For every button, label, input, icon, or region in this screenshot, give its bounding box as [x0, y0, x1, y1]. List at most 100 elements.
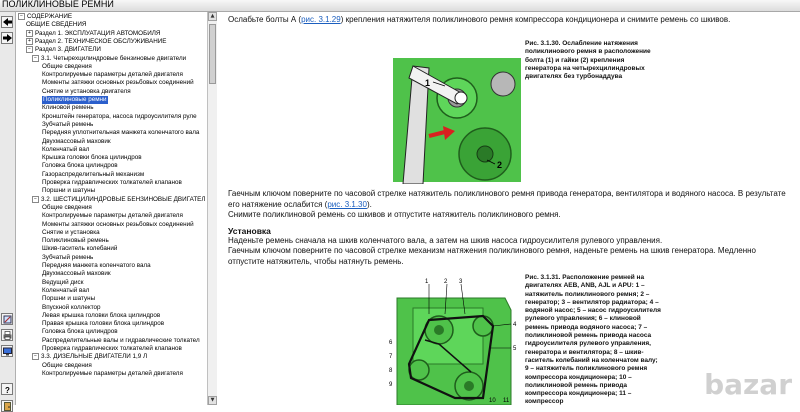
tree-item-label: Газораспределительный механизм [42, 170, 145, 178]
tree-item-label: Контролируемые параметры деталей двигате… [42, 212, 183, 220]
tree-item-label: Проверка гидравлических толкателей клапа… [42, 179, 182, 186]
tree-item-label: Кронштейн генератора, насоса гидроусилит… [42, 112, 197, 120]
tree-item-label: Общие сведения [42, 62, 92, 70]
tree-item[interactable]: Коленчатый вал [42, 146, 89, 154]
figure-caption-3-1-31: Рис. 3.1.31. Расположение ремней на двиг… [525, 274, 661, 405]
tree-item[interactable]: Впускной коллектор [42, 304, 101, 312]
paragraph-install-belt: Наденьте ремень сначала на шкив коленчат… [228, 236, 663, 245]
paragraph-loosen-bolts: Ослабьте болты А (рис. 3.1.29) крепления… [228, 15, 793, 26]
fig1-label-2: 2 [497, 160, 502, 170]
tree-item[interactable]: Ведущий диск [42, 279, 83, 287]
tree-item-label: Клиновой ремень [42, 104, 94, 112]
tree-item[interactable]: ОБЩИЕ СВЕДЕНИЯ [26, 21, 86, 29]
tree-item[interactable]: Контролируемые параметры деталей двигате… [42, 71, 183, 79]
tree-item[interactable]: −3.1. Четырехцилиндровые бензиновые двиг… [32, 54, 186, 63]
edit-button[interactable] [1, 313, 13, 325]
contents-tree[interactable]: − СОДЕРЖАНИЕ ОБЩИЕ СВЕДЕНИЯ + Раздел 1. ЭКСП… [16, 12, 208, 405]
tree-item-label: Левая крышка головки блока цилиндров [42, 311, 161, 319]
tree-item-label: Правая крышка головки блока цилиндров [42, 320, 165, 328]
tree-item[interactable]: Крышка головки блока цилиндров [42, 154, 142, 162]
scroll-thumb[interactable] [209, 24, 216, 84]
exit-button[interactable] [1, 400, 13, 412]
tree-item[interactable]: + Раздел 2. ТЕХНИЧЕСКОЕ ОБСЛУЖИВАНИЕ [26, 37, 167, 46]
fig1-label-1: 1 [425, 78, 430, 88]
collapse-minus-icon[interactable]: − [32, 195, 39, 203]
tree-item[interactable]: Поликлиновые ремни [42, 96, 108, 104]
tree-item[interactable]: Головка блока цилиндров [42, 328, 118, 336]
tree-item[interactable]: Передняя манжета коленчатого вала [42, 262, 151, 270]
tree-item[interactable]: −3.2. ШЕСТИЦИЛИНДРОВЫЕ БЕНЗИНОВЫЕ ДВИГАТ… [32, 195, 206, 204]
tree-item[interactable]: Моменты затяжки основных резьбовых соеди… [42, 221, 194, 229]
tree-item[interactable]: Снятие и установка [42, 229, 100, 237]
tree-item[interactable]: + Раздел 1. ЭКСПЛУАТАЦИЯ АВТОМОБИЛЯ [26, 29, 160, 38]
help-button[interactable]: ? [1, 383, 13, 395]
collapse-minus-icon[interactable]: − [32, 353, 39, 361]
tree-item-label: СОДЕРЖАНИЕ [27, 13, 73, 21]
tree-item-label: Раздел 3. ДВИГАТЕЛИ [35, 46, 101, 54]
tree-item[interactable]: − СОДЕРЖАНИЕ [18, 13, 72, 21]
tree-item[interactable]: Поршни и шатуны [42, 187, 95, 195]
door-exit-icon [3, 401, 11, 411]
expand-plus-icon[interactable]: + [26, 37, 33, 45]
tree-item[interactable]: Двухмассовый маховик [42, 270, 111, 278]
tree-item[interactable]: Газораспределительный механизм [42, 171, 144, 179]
paragraph-remove-belt: Снимите поликлиновой ремень со шкивов и … [228, 210, 561, 219]
link-fig-3-1-30[interactable]: рис. 3.1.30 [327, 200, 367, 209]
display-button[interactable] [1, 345, 13, 357]
tree-item-label: ОБЩИЕ СВЕДЕНИЯ [26, 21, 87, 29]
expand-plus-icon[interactable]: + [26, 29, 33, 37]
help-icon: ? [5, 386, 10, 394]
collapse-minus-icon[interactable]: − [32, 54, 39, 62]
tree-item[interactable]: Двухмассовый маховик [42, 138, 111, 146]
collapse-minus-icon[interactable]: − [26, 46, 33, 54]
tree-item[interactable]: Общие сведения [42, 362, 92, 370]
tree-item[interactable]: Левая крышка головки блока цилиндров [42, 312, 160, 320]
watermark-logo: bazar [704, 368, 792, 401]
tree-item[interactable]: Проверка гидравлических толкателей клапа… [42, 345, 182, 353]
paragraph-turn-wrench: Гаечным ключом поверните по часовой стре… [228, 189, 793, 210]
tree-item-label: Зубчатый ремень [42, 253, 94, 261]
tree-item[interactable]: − Раздел 3. ДВИГАТЕЛИ [26, 46, 101, 54]
tree-item[interactable]: Зубчатый ремень [42, 254, 93, 262]
tree-item-label: 3.2. ШЕСТИЦИЛИНДРОВЫЕ БЕНЗИНОВЫЕ ДВИГАТЕ… [41, 195, 206, 203]
tree-item[interactable]: −3.3. ДИЗЕЛЬНЫЕ ДВИГАТЕЛИ 1,9 Л [32, 353, 147, 361]
window-title: ПОЛИКЛИНОВЫЕ РЕМНИ [2, 0, 114, 9]
tree-item-label: Распределительные валы и гидравлические … [42, 336, 200, 344]
collapse-minus-icon[interactable]: − [18, 13, 25, 20]
figure-caption-3-1-30: Рис. 3.1.30. Ослабление натяжения поликл… [525, 40, 651, 81]
paragraph-tension-belt: Гаечным ключом поверните по часовой стре… [228, 246, 756, 266]
tree-item[interactable]: Контролируемые параметры деталей двигате… [42, 370, 183, 378]
tree-item[interactable]: Клиновой ремень [42, 104, 93, 112]
scroll-down-arrow[interactable]: ▼ [208, 396, 217, 405]
fig2-label-10: 10 [489, 398, 496, 404]
print-button[interactable] [1, 329, 13, 341]
tree-item-label: 3.3. ДИЗЕЛЬНЫЕ ДВИГАТЕЛИ 1,9 Л [41, 353, 148, 361]
tree-item[interactable]: Снятие и установка двигателя [42, 88, 131, 96]
tree-item[interactable]: Головка блока цилиндров [42, 162, 118, 170]
heading-installation: Установка [228, 226, 271, 236]
tree-item[interactable]: Коленчатый вал [42, 287, 89, 295]
tree-item-label: Снятие и установка [42, 228, 100, 236]
tree-item[interactable]: Шкив-гаситель колебаний [42, 245, 117, 253]
nav-forward-button[interactable] [1, 32, 13, 44]
svg-text:?: ? [5, 386, 10, 394]
tree-item[interactable]: Кронштейн генератора, насоса гидроусилит… [42, 113, 197, 121]
tree-item[interactable]: Поликлиновый ремень [42, 237, 109, 245]
tree-item-label: Контролируемые параметры деталей двигате… [42, 369, 183, 377]
tree-item[interactable]: Зубчатый ремень [42, 121, 93, 129]
arrow-left-icon [2, 18, 12, 26]
tree-item[interactable]: Моменты затяжки основных резьбовых соеди… [42, 79, 194, 87]
scroll-up-arrow[interactable]: ▲ [208, 12, 217, 21]
tree-item[interactable]: Правая крышка головки блока цилиндров [42, 320, 164, 328]
link-fig-3-1-29[interactable]: рис. 3.1.29 [301, 15, 341, 24]
tree-item[interactable]: Проверка гидравлических толкателей клапа… [42, 179, 182, 187]
tree-item[interactable]: Поршни и шатуны [42, 295, 95, 303]
tree-item[interactable]: Общие сведения [42, 63, 92, 71]
tree-scrollbar[interactable]: ▲ ▼ [207, 12, 217, 405]
tree-item[interactable]: Передняя уплотнительная манжета коленчат… [42, 129, 199, 137]
tree-item[interactable]: Общие сведения [42, 204, 92, 212]
nav-back-button[interactable] [1, 16, 13, 28]
tree-item[interactable]: Распределительные валы и гидравлические … [42, 337, 200, 345]
tree-item[interactable]: Контролируемые параметры деталей двигате… [42, 212, 183, 220]
tree-item-label: Коленчатый вал [42, 286, 90, 294]
